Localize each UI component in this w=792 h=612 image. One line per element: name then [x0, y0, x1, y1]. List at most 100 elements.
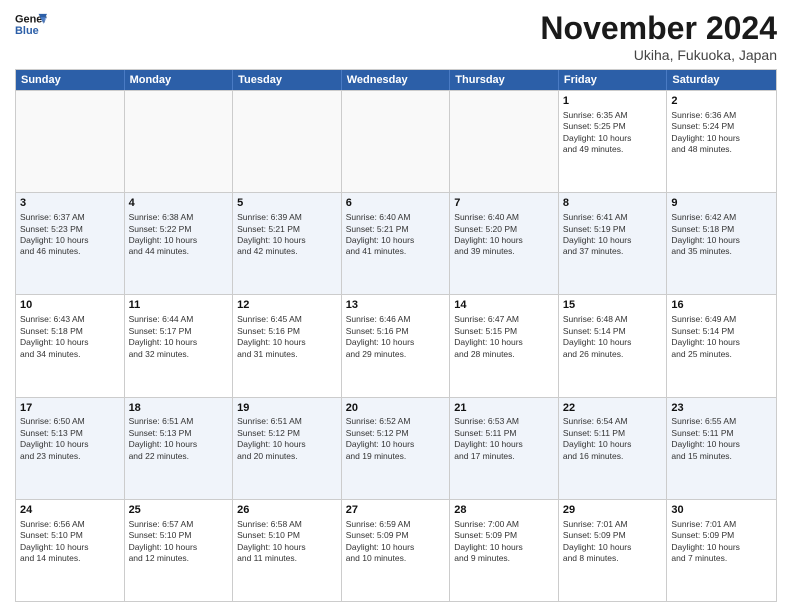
calendar-cell: 26Sunrise: 6:58 AMSunset: 5:10 PMDayligh… [233, 500, 342, 601]
header-day-sunday: Sunday [16, 70, 125, 90]
cell-details: Sunrise: 6:58 AMSunset: 5:10 PMDaylight:… [237, 519, 337, 565]
cell-details: Sunrise: 6:55 AMSunset: 5:11 PMDaylight:… [671, 416, 772, 462]
day-number: 22 [563, 401, 663, 416]
calendar-cell: 21Sunrise: 6:53 AMSunset: 5:11 PMDayligh… [450, 398, 559, 499]
day-number: 4 [129, 196, 229, 211]
calendar-cell: 22Sunrise: 6:54 AMSunset: 5:11 PMDayligh… [559, 398, 668, 499]
cell-details: Sunrise: 6:40 AMSunset: 5:20 PMDaylight:… [454, 212, 554, 258]
calendar-cell: 3Sunrise: 6:37 AMSunset: 5:23 PMDaylight… [16, 193, 125, 294]
day-number: 16 [671, 298, 772, 313]
calendar-cell: 18Sunrise: 6:51 AMSunset: 5:13 PMDayligh… [125, 398, 234, 499]
logo-icon: General Blue [15, 10, 47, 38]
calendar-cell: 4Sunrise: 6:38 AMSunset: 5:22 PMDaylight… [125, 193, 234, 294]
cell-details: Sunrise: 6:54 AMSunset: 5:11 PMDaylight:… [563, 416, 663, 462]
calendar-header-row: SundayMondayTuesdayWednesdayThursdayFrid… [16, 70, 776, 90]
day-number: 29 [563, 503, 663, 518]
calendar-cell: 1Sunrise: 6:35 AMSunset: 5:25 PMDaylight… [559, 91, 668, 192]
cell-details: Sunrise: 6:57 AMSunset: 5:10 PMDaylight:… [129, 519, 229, 565]
page: General Blue November 2024 Ukiha, Fukuok… [0, 0, 792, 612]
cell-details: Sunrise: 6:42 AMSunset: 5:18 PMDaylight:… [671, 212, 772, 258]
cell-details: Sunrise: 6:39 AMSunset: 5:21 PMDaylight:… [237, 212, 337, 258]
day-number: 25 [129, 503, 229, 518]
calendar-cell: 8Sunrise: 6:41 AMSunset: 5:19 PMDaylight… [559, 193, 668, 294]
location-subtitle: Ukiha, Fukuoka, Japan [540, 47, 777, 63]
calendar: SundayMondayTuesdayWednesdayThursdayFrid… [15, 69, 777, 602]
calendar-cell: 17Sunrise: 6:50 AMSunset: 5:13 PMDayligh… [16, 398, 125, 499]
calendar-cell: 6Sunrise: 6:40 AMSunset: 5:21 PMDaylight… [342, 193, 451, 294]
day-number: 6 [346, 196, 446, 211]
calendar-row-2: 10Sunrise: 6:43 AMSunset: 5:18 PMDayligh… [16, 294, 776, 396]
svg-text:Blue: Blue [15, 25, 39, 37]
cell-details: Sunrise: 6:44 AMSunset: 5:17 PMDaylight:… [129, 314, 229, 360]
day-number: 30 [671, 503, 772, 518]
header-day-wednesday: Wednesday [342, 70, 451, 90]
day-number: 8 [563, 196, 663, 211]
calendar-cell: 10Sunrise: 6:43 AMSunset: 5:18 PMDayligh… [16, 295, 125, 396]
day-number: 9 [671, 196, 772, 211]
day-number: 26 [237, 503, 337, 518]
day-number: 10 [20, 298, 120, 313]
calendar-cell: 24Sunrise: 6:56 AMSunset: 5:10 PMDayligh… [16, 500, 125, 601]
day-number: 24 [20, 503, 120, 518]
cell-details: Sunrise: 6:52 AMSunset: 5:12 PMDaylight:… [346, 416, 446, 462]
cell-details: Sunrise: 6:36 AMSunset: 5:24 PMDaylight:… [671, 110, 772, 156]
header: General Blue November 2024 Ukiha, Fukuok… [15, 10, 777, 63]
calendar-body: 1Sunrise: 6:35 AMSunset: 5:25 PMDaylight… [16, 90, 776, 601]
day-number: 19 [237, 401, 337, 416]
calendar-cell [342, 91, 451, 192]
cell-details: Sunrise: 6:40 AMSunset: 5:21 PMDaylight:… [346, 212, 446, 258]
calendar-cell: 11Sunrise: 6:44 AMSunset: 5:17 PMDayligh… [125, 295, 234, 396]
calendar-cell: 7Sunrise: 6:40 AMSunset: 5:20 PMDaylight… [450, 193, 559, 294]
day-number: 28 [454, 503, 554, 518]
day-number: 11 [129, 298, 229, 313]
logo: General Blue [15, 10, 47, 38]
cell-details: Sunrise: 6:46 AMSunset: 5:16 PMDaylight:… [346, 314, 446, 360]
day-number: 7 [454, 196, 554, 211]
day-number: 1 [563, 94, 663, 109]
cell-details: Sunrise: 6:53 AMSunset: 5:11 PMDaylight:… [454, 416, 554, 462]
calendar-cell: 23Sunrise: 6:55 AMSunset: 5:11 PMDayligh… [667, 398, 776, 499]
calendar-cell: 25Sunrise: 6:57 AMSunset: 5:10 PMDayligh… [125, 500, 234, 601]
month-title: November 2024 [540, 10, 777, 47]
calendar-cell: 9Sunrise: 6:42 AMSunset: 5:18 PMDaylight… [667, 193, 776, 294]
day-number: 12 [237, 298, 337, 313]
day-number: 15 [563, 298, 663, 313]
calendar-cell: 20Sunrise: 6:52 AMSunset: 5:12 PMDayligh… [342, 398, 451, 499]
cell-details: Sunrise: 6:49 AMSunset: 5:14 PMDaylight:… [671, 314, 772, 360]
cell-details: Sunrise: 6:50 AMSunset: 5:13 PMDaylight:… [20, 416, 120, 462]
header-day-tuesday: Tuesday [233, 70, 342, 90]
calendar-cell: 12Sunrise: 6:45 AMSunset: 5:16 PMDayligh… [233, 295, 342, 396]
day-number: 14 [454, 298, 554, 313]
cell-details: Sunrise: 6:38 AMSunset: 5:22 PMDaylight:… [129, 212, 229, 258]
cell-details: Sunrise: 6:47 AMSunset: 5:15 PMDaylight:… [454, 314, 554, 360]
calendar-cell: 2Sunrise: 6:36 AMSunset: 5:24 PMDaylight… [667, 91, 776, 192]
day-number: 3 [20, 196, 120, 211]
cell-details: Sunrise: 6:41 AMSunset: 5:19 PMDaylight:… [563, 212, 663, 258]
calendar-cell: 28Sunrise: 7:00 AMSunset: 5:09 PMDayligh… [450, 500, 559, 601]
day-number: 2 [671, 94, 772, 109]
header-day-thursday: Thursday [450, 70, 559, 90]
calendar-cell [450, 91, 559, 192]
cell-details: Sunrise: 7:00 AMSunset: 5:09 PMDaylight:… [454, 519, 554, 565]
day-number: 17 [20, 401, 120, 416]
cell-details: Sunrise: 7:01 AMSunset: 5:09 PMDaylight:… [671, 519, 772, 565]
calendar-row-0: 1Sunrise: 6:35 AMSunset: 5:25 PMDaylight… [16, 90, 776, 192]
calendar-cell: 16Sunrise: 6:49 AMSunset: 5:14 PMDayligh… [667, 295, 776, 396]
calendar-row-1: 3Sunrise: 6:37 AMSunset: 5:23 PMDaylight… [16, 192, 776, 294]
cell-details: Sunrise: 6:56 AMSunset: 5:10 PMDaylight:… [20, 519, 120, 565]
header-day-monday: Monday [125, 70, 234, 90]
cell-details: Sunrise: 6:59 AMSunset: 5:09 PMDaylight:… [346, 519, 446, 565]
cell-details: Sunrise: 6:35 AMSunset: 5:25 PMDaylight:… [563, 110, 663, 156]
header-day-friday: Friday [559, 70, 668, 90]
calendar-row-3: 17Sunrise: 6:50 AMSunset: 5:13 PMDayligh… [16, 397, 776, 499]
cell-details: Sunrise: 6:51 AMSunset: 5:12 PMDaylight:… [237, 416, 337, 462]
calendar-cell: 13Sunrise: 6:46 AMSunset: 5:16 PMDayligh… [342, 295, 451, 396]
day-number: 27 [346, 503, 446, 518]
cell-details: Sunrise: 6:51 AMSunset: 5:13 PMDaylight:… [129, 416, 229, 462]
calendar-cell: 29Sunrise: 7:01 AMSunset: 5:09 PMDayligh… [559, 500, 668, 601]
day-number: 5 [237, 196, 337, 211]
title-block: November 2024 Ukiha, Fukuoka, Japan [540, 10, 777, 63]
calendar-cell [16, 91, 125, 192]
day-number: 23 [671, 401, 772, 416]
header-day-saturday: Saturday [667, 70, 776, 90]
